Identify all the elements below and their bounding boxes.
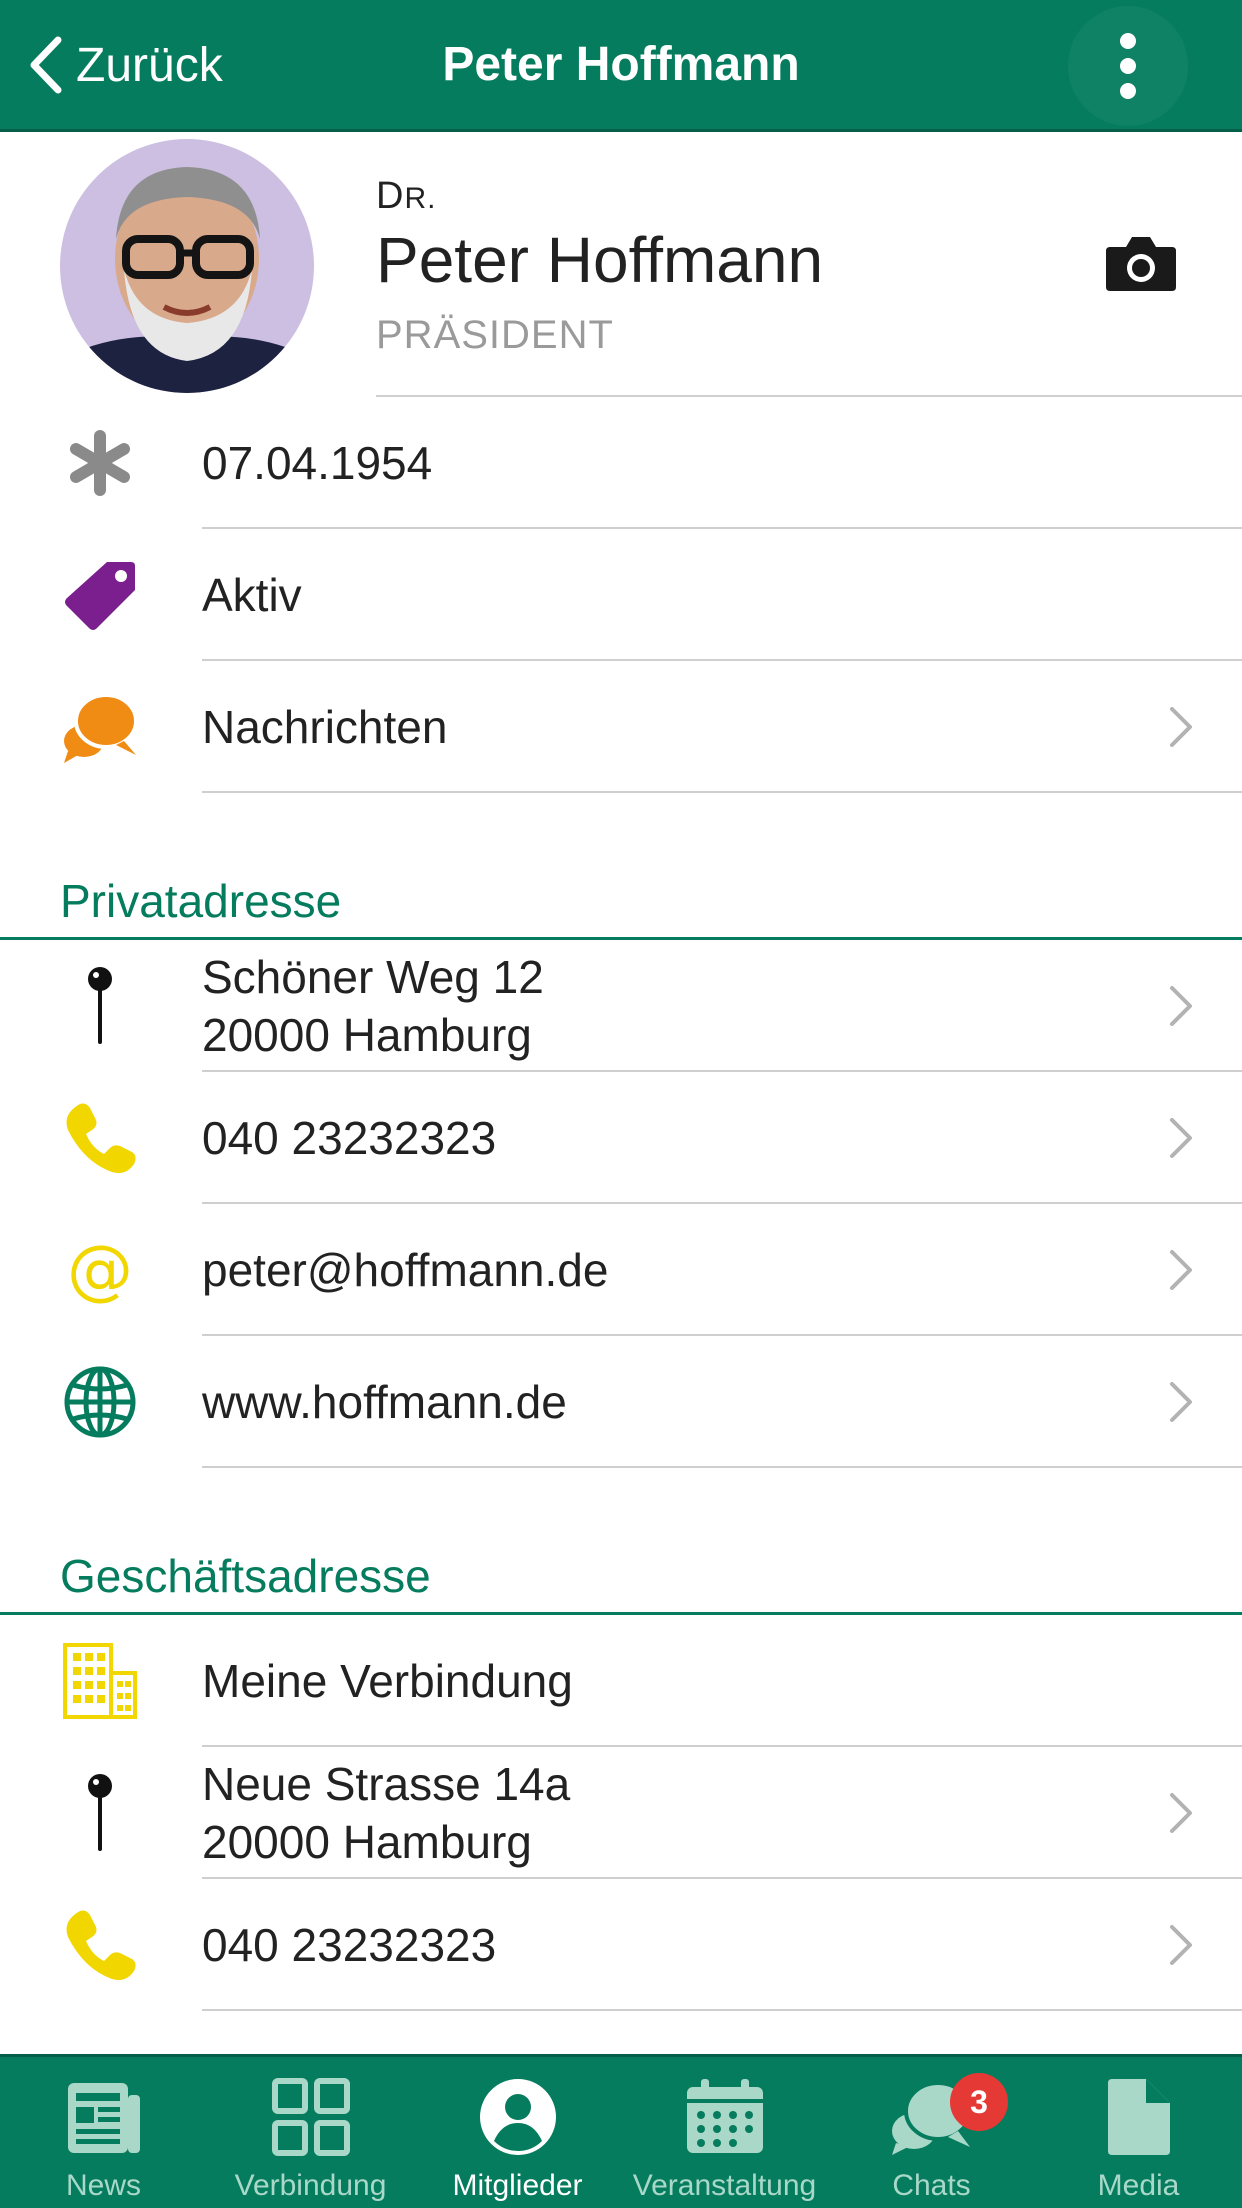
status-value: Aktiv [202, 569, 302, 621]
tab-mitglieder[interactable]: Mitglieder [414, 2057, 621, 2208]
messages-label: Nachrichten [202, 701, 448, 753]
tab-label: Chats [892, 2169, 971, 2202]
company-row: Meine Verbindung [0, 1615, 1242, 1747]
app-bar: Zurück Peter Hoffmann [0, 0, 1242, 132]
tab-verbindung[interactable]: Verbindung [207, 2057, 414, 2208]
chevron-right-icon [1170, 1793, 1192, 1833]
address-text: Schöner Weg 12 20000 Hamburg [202, 948, 544, 1064]
email-value: peter@hoffmann.de [202, 1244, 609, 1296]
tab-veranstaltung[interactable]: Veranstaltung [621, 2057, 828, 2208]
globe-icon [62, 1364, 138, 1440]
chevron-right-icon [1170, 1118, 1192, 1158]
divider [202, 791, 1242, 793]
birthdate-value: 07.04.1954 [202, 437, 433, 489]
section-title: Privatadresse [60, 875, 342, 927]
city: 20000 Hamburg [202, 1009, 532, 1061]
tab-media[interactable]: Media [1035, 2057, 1242, 2208]
business-address-row[interactable]: Neue Strasse 14a 20000 Hamburg [0, 1747, 1242, 1879]
chat-bubbles-icon [62, 689, 138, 765]
private-address-section: Privatadresse [0, 864, 1242, 940]
street: Schöner Weg 12 [202, 951, 544, 1003]
asterisk-icon [62, 425, 138, 501]
chats-unread-badge: 3 [950, 2073, 1008, 2131]
business-phone-row[interactable]: 040 23232323 [0, 1879, 1242, 2011]
divider [202, 1466, 1242, 1468]
tag-icon [62, 557, 138, 633]
bottom-tab-bar: News Verbindung Mitglieder Veranstaltung… [0, 2054, 1242, 2208]
calendar-icon [683, 2075, 767, 2159]
phone-icon [62, 1907, 138, 1983]
chevron-right-icon [1170, 707, 1192, 747]
tab-label: Media [1097, 2169, 1180, 2202]
grid-icon [269, 2075, 353, 2159]
tab-label: Veranstaltung [632, 2169, 817, 2202]
messages-row[interactable]: Nachrichten [0, 661, 1242, 793]
user-circle-icon [476, 2075, 560, 2159]
private-phone-row[interactable]: 040 23232323 [0, 1072, 1242, 1204]
tab-label: Mitglieder [452, 2169, 583, 2202]
tab-news[interactable]: News [0, 2057, 207, 2208]
phone-icon [62, 1100, 138, 1176]
tab-label: Verbindung [234, 2169, 387, 2202]
more-vertical-icon [1120, 33, 1136, 99]
title-prefix: DR. [376, 175, 437, 217]
city: 20000 Hamburg [202, 1816, 532, 1868]
profile-header: DR. Peter Hoffmann PRÄSIDENT [0, 135, 1242, 397]
status-row: Aktiv [0, 529, 1242, 661]
address-text: Neue Strasse 14a 20000 Hamburg [202, 1755, 570, 1871]
member-role: PRÄSIDENT [376, 313, 614, 357]
chevron-right-icon [1170, 986, 1192, 1026]
member-name: Peter Hoffmann [376, 224, 824, 296]
chevron-right-icon [1170, 1382, 1192, 1422]
chevron-right-icon [1170, 1250, 1192, 1290]
tab-chats[interactable]: Chats [828, 2057, 1035, 2208]
phone-value: 040 23232323 [202, 1919, 497, 1971]
phone-value: 040 23232323 [202, 1112, 497, 1164]
more-menu-button[interactable] [1068, 6, 1188, 126]
map-pin-icon [62, 967, 138, 1044]
birthdate-row: 07.04.1954 [0, 397, 1242, 529]
section-title: Geschäftsadresse [60, 1550, 431, 1602]
avatar[interactable] [60, 139, 314, 393]
web-value: www.hoffmann.de [202, 1376, 567, 1428]
business-address-section: Geschäftsadresse [0, 1539, 1242, 1615]
private-web-row[interactable]: www.hoffmann.de [0, 1336, 1242, 1468]
street: Neue Strasse 14a [202, 1758, 571, 1810]
building-icon [62, 1643, 138, 1719]
private-email-row[interactable]: @ peter@hoffmann.de [0, 1204, 1242, 1336]
document-icon [1097, 2075, 1181, 2159]
chevron-right-icon [1170, 1925, 1192, 1965]
divider [202, 2009, 1242, 2011]
newspaper-icon [62, 2075, 146, 2159]
at-sign-icon: @ [67, 1231, 133, 1308]
camera-button[interactable] [1104, 233, 1178, 293]
page-title: Peter Hoffmann [442, 38, 800, 91]
private-address-row[interactable]: Schöner Weg 12 20000 Hamburg [0, 940, 1242, 1072]
company-value: Meine Verbindung [202, 1655, 573, 1707]
map-pin-icon [62, 1774, 138, 1851]
tab-label: News [65, 2169, 141, 2202]
camera-icon [1106, 237, 1176, 291]
